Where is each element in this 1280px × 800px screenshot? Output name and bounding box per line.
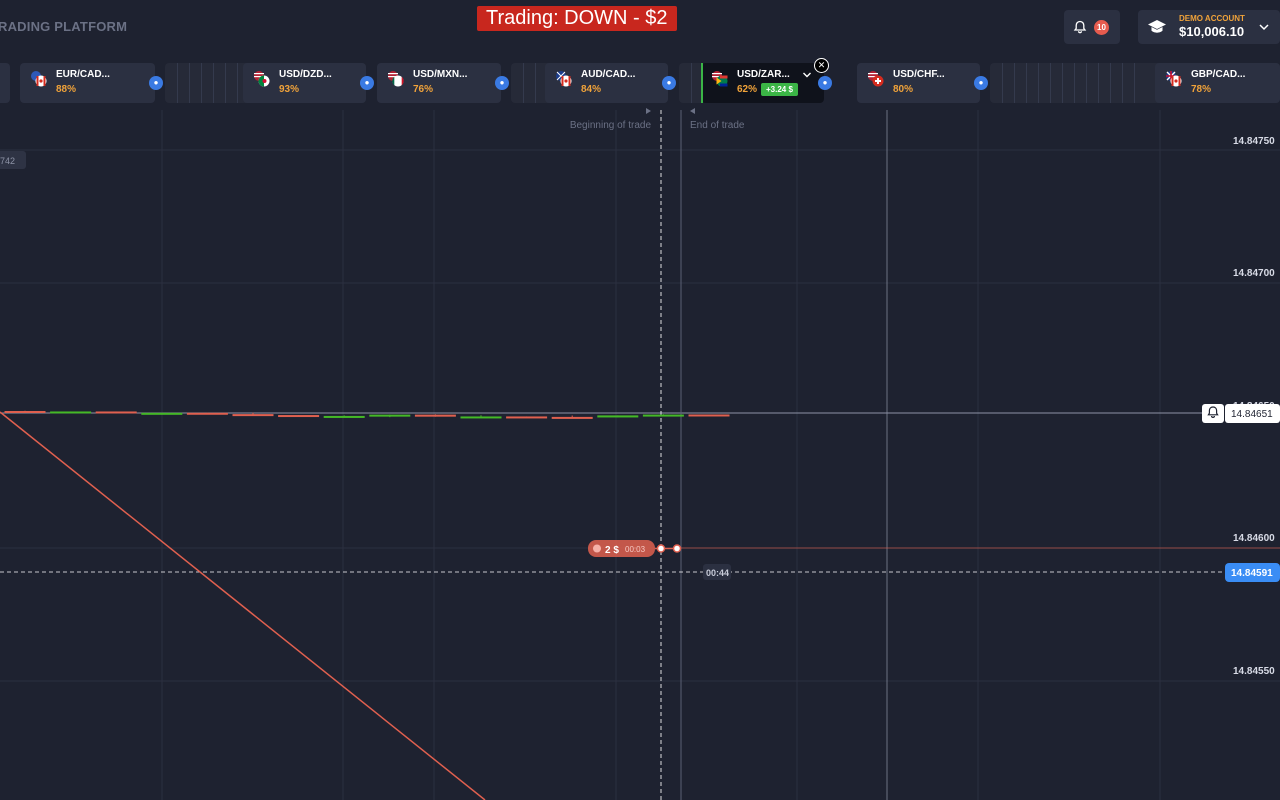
- asset-name: USD/DZD...: [279, 69, 332, 80]
- price-tick: 14.84750: [1233, 136, 1275, 147]
- pin-icon[interactable]: ●: [818, 76, 832, 90]
- asset-tab-eur-cad[interactable]: EUR/CAD... 88% ●: [20, 63, 163, 103]
- current-price-tag: 14.84591: [1231, 568, 1273, 579]
- candle-body: [414, 414, 456, 417]
- candle-body: [50, 411, 92, 414]
- candle-body: [232, 414, 274, 417]
- candle-body: [4, 411, 46, 414]
- candle-body: [506, 416, 548, 419]
- candle-body: [95, 411, 137, 414]
- candle-body: [688, 414, 730, 417]
- current-price-tag-bg: [1225, 563, 1280, 582]
- price-tick: 14.84600: [1233, 533, 1275, 544]
- arrow-left-icon: [690, 108, 695, 114]
- us-dz-flag-icon: [254, 71, 270, 87]
- asset-payout: 76%: [413, 84, 434, 95]
- asset-payout: 84%: [581, 84, 602, 95]
- candle-body: [323, 415, 365, 418]
- left-price-tag: 742: [0, 156, 15, 166]
- pin-icon[interactable]: ●: [149, 76, 163, 90]
- left-price-tag-bg: [0, 151, 26, 169]
- account-balance: $10,006.10: [1179, 24, 1245, 39]
- close-tab-button[interactable]: ✕: [814, 58, 829, 73]
- chevron-down-icon[interactable]: [802, 71, 812, 79]
- asset-payout: 88%: [56, 84, 77, 95]
- trade-marker-timer: 00:03: [625, 545, 646, 554]
- au-ca-flag-icon: [556, 71, 572, 87]
- alert-price-tag-bg: [1225, 404, 1280, 423]
- account-type-label: DEMO ACCOUNT: [1179, 14, 1245, 23]
- candle-body: [278, 415, 320, 418]
- account-switcher[interactable]: DEMO ACCOUNT $10,006.10: [1138, 10, 1280, 44]
- us-mx-flag-icon: [388, 71, 404, 87]
- asset-tab-gbp-cad[interactable]: GBP/CAD... 78%: [1155, 63, 1280, 103]
- candle-body: [551, 416, 593, 419]
- arrow-right-icon: [646, 108, 651, 114]
- pin-icon[interactable]: ●: [974, 76, 988, 90]
- asset-payout: 93%: [279, 84, 300, 95]
- alert-bell-button[interactable]: [1202, 404, 1224, 423]
- asset-tab-usd-mxn[interactable]: USD/MXN... 76% ●: [377, 63, 509, 103]
- asset-payout: 62%: [737, 84, 758, 95]
- end-of-trade-label: End of trade: [690, 120, 745, 131]
- candle-body: [141, 412, 183, 415]
- chevron-down-icon: [1259, 24, 1269, 31]
- asset-tab-aud-cad[interactable]: AUD/CAD... 84% ●: [545, 63, 676, 103]
- trade-banner: Trading: DOWN - $2: [477, 6, 677, 31]
- trade-direction-icon: [593, 544, 601, 553]
- pin-icon[interactable]: ●: [495, 76, 509, 90]
- asset-tab-partial[interactable]: ●: [0, 63, 10, 103]
- price-tick: 14.84700: [1233, 268, 1275, 279]
- active-indicator: [701, 63, 703, 103]
- trade-open-dot: [656, 544, 666, 553]
- candle-body: [597, 415, 639, 418]
- trade-close-dot: [672, 544, 682, 553]
- candles-group: [4, 410, 730, 419]
- notifications-button[interactable]: 10: [1064, 10, 1120, 44]
- us-za-flag-icon: [712, 71, 728, 87]
- platform-title: RADING PLATFORM: [0, 19, 128, 34]
- gb-ca-flag-icon: [1166, 71, 1182, 87]
- asset-name: AUD/CAD...: [581, 69, 636, 80]
- beginning-of-trade-label: Beginning of trade: [570, 120, 652, 131]
- asset-tab-usd-chf[interactable]: USD/CHF... 80% ●: [857, 63, 988, 103]
- trade-profit-badge: +3.24 $: [761, 83, 798, 96]
- countdown-tag-bg: [703, 564, 731, 580]
- price-tick: 14.84650: [1233, 401, 1275, 412]
- asset-name: USD/ZAR...: [737, 69, 790, 80]
- notifications-badge: 10: [1094, 20, 1109, 35]
- candle-body: [369, 414, 411, 417]
- bell-icon: [1073, 20, 1087, 34]
- chart-grid: [0, 110, 1280, 800]
- asset-name: GBP/CAD...: [1191, 69, 1246, 80]
- asset-name: USD/CHF...: [893, 69, 945, 80]
- pin-icon[interactable]: ●: [662, 76, 676, 90]
- asset-name: USD/MXN...: [413, 69, 468, 80]
- asset-payout: 80%: [893, 84, 914, 95]
- countdown-tag: 00:44: [706, 568, 729, 578]
- candle-body: [186, 412, 228, 415]
- graduation-cap-icon: [1148, 20, 1166, 33]
- price-chart[interactable]: Beginning of trade End of trade 742 14.8…: [0, 0, 1280, 800]
- price-tick: 14.84550: [1233, 666, 1275, 677]
- asset-payout: 78%: [1191, 84, 1212, 95]
- asset-tab-usd-zar[interactable]: USD/ZAR... 62% +3.24 $ ✕ ●: [701, 58, 832, 103]
- eu-ca-flag-icon: [31, 71, 47, 87]
- asset-tab-usd-dzd[interactable]: USD/DZD... 93% ●: [243, 63, 374, 103]
- candle-body: [642, 414, 684, 417]
- trade-marker-amount: 2 $: [605, 545, 619, 556]
- candle-body: [460, 416, 502, 419]
- pin-icon[interactable]: ●: [360, 76, 374, 90]
- trend-line[interactable]: [0, 411, 486, 800]
- trade-marker[interactable]: [588, 540, 655, 557]
- us-ch-flag-icon: [868, 71, 884, 87]
- alert-price-tag: 14.84651: [1231, 409, 1273, 420]
- asset-name: EUR/CAD...: [56, 69, 110, 80]
